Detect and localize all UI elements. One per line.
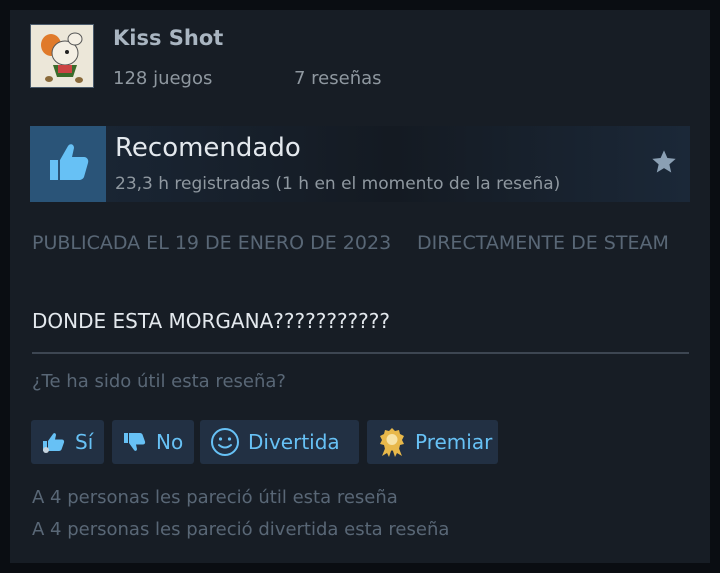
posted-date: PUBLICADA EL 19 DE ENERO DE 2023 (32, 232, 392, 254)
thumbs-up-box (30, 126, 106, 202)
vote-yes-label: Sí (75, 430, 94, 454)
vote-title: Recomendado (115, 133, 301, 163)
author-reviews-count[interactable]: 7 reseñas (294, 68, 382, 89)
review-panel (10, 10, 710, 563)
vote-header: Recomendado 23,3 h registradas (1 h en e… (30, 126, 690, 202)
funny-count: A 4 personas les pareció divertida esta … (32, 519, 450, 540)
award-button[interactable]: Premiar (367, 420, 498, 464)
award-medal-icon (377, 426, 407, 458)
divider (32, 352, 689, 354)
vote-yes-button[interactable]: Sí (31, 420, 104, 464)
star-icon (650, 148, 678, 180)
review-body: DONDE ESTA MORGANA??????????? (32, 309, 391, 333)
thumbs-up-icon (41, 430, 67, 454)
thumbs-down-icon (122, 430, 148, 454)
award-label: Premiar (415, 430, 493, 454)
author-avatar[interactable] (30, 24, 94, 88)
author-name[interactable]: Kiss Shot (113, 26, 223, 50)
vote-no-label: No (156, 430, 184, 454)
vote-funny-label: Divertida (248, 430, 340, 454)
hours-played: 23,3 h registradas (1 h en el momento de… (115, 174, 561, 194)
author-games-count[interactable]: 128 juegos (113, 68, 212, 89)
award-star-button[interactable] (648, 148, 680, 180)
review-source: DIRECTAMENTE DE STEAM (417, 232, 669, 254)
helpful-count: A 4 personas les pareció útil esta reseñ… (32, 487, 398, 508)
vote-no-button[interactable]: No (112, 420, 194, 464)
vote-funny-button[interactable]: Divertida (200, 420, 359, 464)
thumbs-up-icon (44, 138, 92, 190)
helpful-question: ¿Te ha sido útil esta reseña? (32, 371, 286, 392)
smiley-icon (210, 427, 240, 457)
